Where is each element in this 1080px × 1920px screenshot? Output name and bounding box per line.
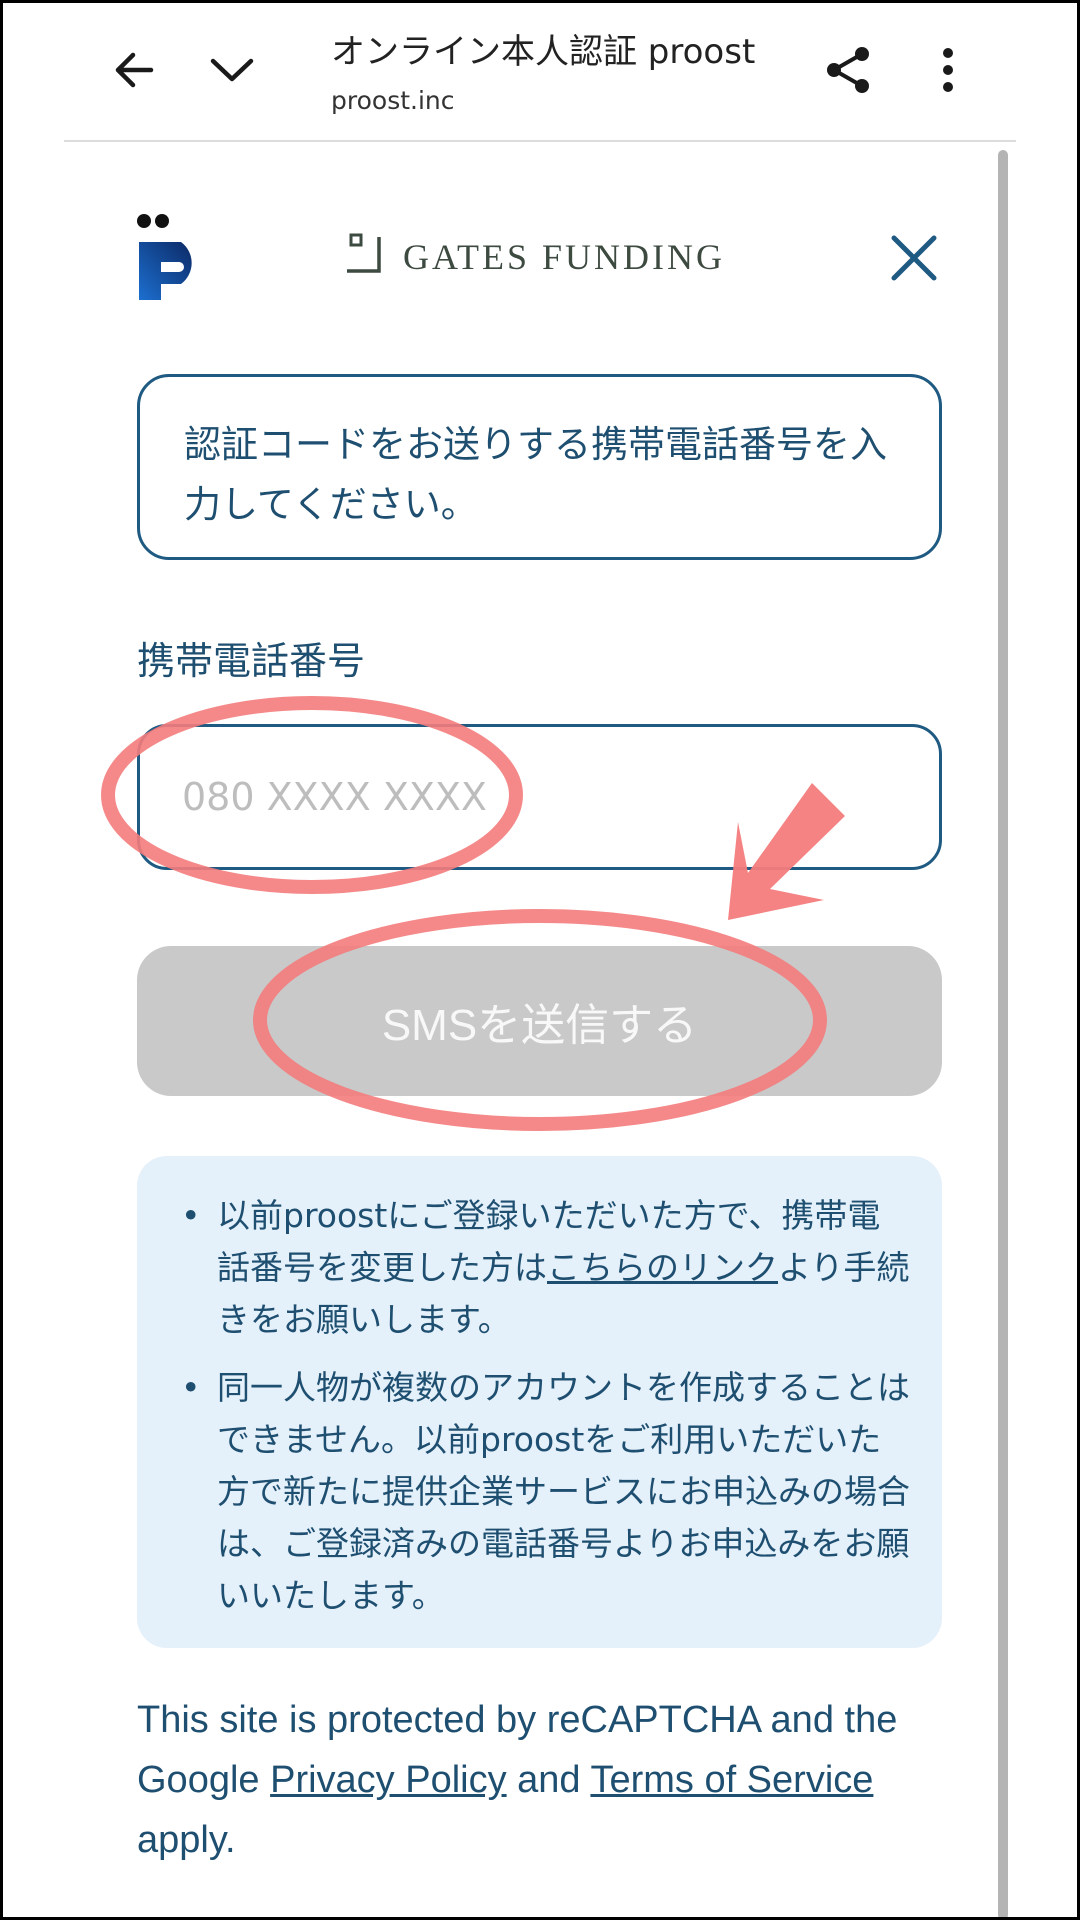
note-item: • 同一人物が複数のアカウントを作成することはできません。以前proostをご利… bbox=[181, 1362, 912, 1622]
recaptcha-text: and bbox=[506, 1759, 591, 1801]
bullet-icon: • bbox=[181, 1368, 201, 1407]
partner-logo-text: GATES FUNDING bbox=[403, 237, 726, 277]
collapse-button[interactable] bbox=[202, 40, 262, 100]
page-title: オンライン本人認証 proost bbox=[331, 32, 756, 72]
note-item: • 以前proostにご登録いただいた方で、携帯電話番号を変更した方はこちらのリ… bbox=[181, 1190, 912, 1346]
change-phone-link[interactable]: こちらのリンク bbox=[547, 1248, 778, 1287]
chevron-down-icon bbox=[210, 58, 254, 82]
gates-funding-logo: GATES FUNDING bbox=[345, 233, 725, 275]
recaptcha-notice: This site is protected by reCAPTCHA and … bbox=[137, 1690, 957, 1870]
send-sms-button[interactable]: SMSを送信する bbox=[137, 946, 942, 1096]
share-icon bbox=[827, 47, 869, 93]
toolbar-divider bbox=[64, 140, 1016, 142]
terms-of-service-link[interactable]: Terms of Service bbox=[590, 1759, 873, 1801]
proost-logo-icon bbox=[137, 214, 192, 300]
close-button[interactable] bbox=[886, 230, 942, 286]
browser-toolbar: オンライン本人認証 proost proost.inc bbox=[0, 0, 1080, 142]
more-options-button[interactable] bbox=[918, 40, 978, 100]
notes-panel: • 以前proostにご登録いただいた方で、携帯電話番号を変更した方はこちらのリ… bbox=[137, 1156, 942, 1648]
close-icon bbox=[891, 235, 937, 281]
bullet-icon: • bbox=[181, 1196, 201, 1235]
more-vert-icon bbox=[943, 48, 953, 92]
page-url: proost.inc bbox=[331, 86, 455, 115]
instruction-box: 認証コードをお送りする携帯電話番号を入力してください。 bbox=[137, 374, 942, 560]
phone-number-input[interactable] bbox=[137, 724, 942, 870]
back-button[interactable] bbox=[104, 40, 164, 100]
back-arrow-icon bbox=[115, 52, 154, 88]
note-text: 同一人物が複数のアカウントを作成することはできません。以前proostをご利用い… bbox=[217, 1368, 910, 1615]
phone-field-label: 携帯電話番号 bbox=[137, 639, 366, 683]
recaptcha-text: apply. bbox=[137, 1819, 236, 1861]
share-button[interactable] bbox=[818, 40, 878, 100]
privacy-policy-link[interactable]: Privacy Policy bbox=[270, 1759, 507, 1801]
scrollbar[interactable] bbox=[998, 150, 1008, 1920]
gates-logo-mark-icon bbox=[347, 233, 381, 273]
